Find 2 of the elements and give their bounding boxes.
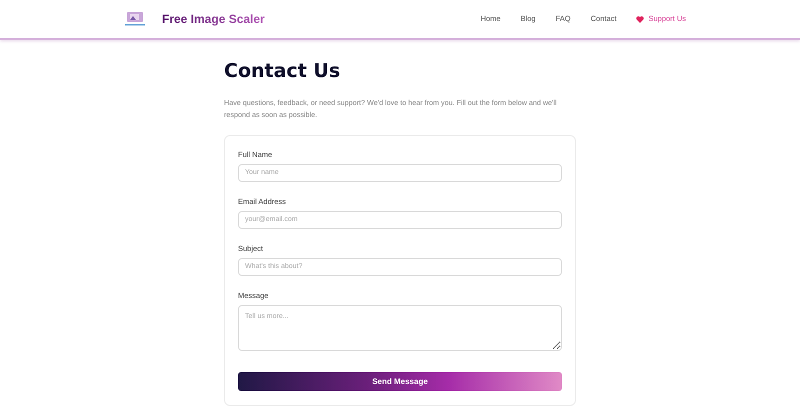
page-title: Contact Us (224, 60, 342, 83)
send-message-button[interactable]: Send Message (238, 372, 562, 392)
